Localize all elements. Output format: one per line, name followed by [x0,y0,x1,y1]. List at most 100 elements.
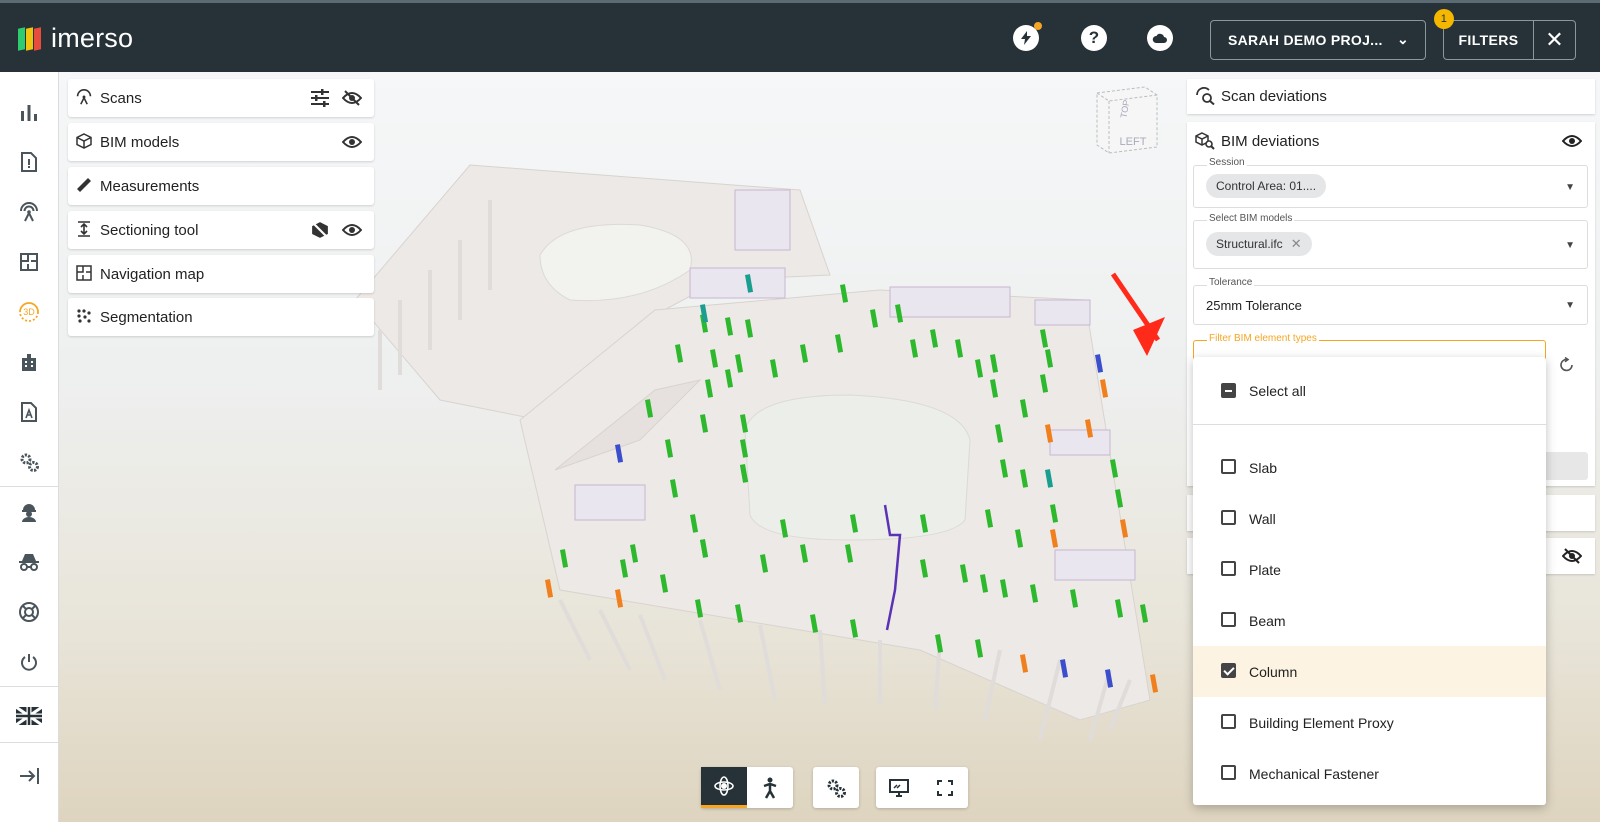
screen-icon[interactable] [876,767,922,808]
eye-icon[interactable] [341,220,363,240]
rail-divider [0,686,59,687]
floorplan-icon[interactable] [16,249,42,275]
3d-label: 3D [23,307,35,317]
app-logo[interactable]: imerso [18,23,133,54]
caret-down-icon: ▼ [1565,300,1575,311]
session-value: Control Area: 01.... [1216,179,1317,193]
option-beam[interactable]: Beam [1193,595,1546,646]
settings-icon[interactable] [813,767,859,808]
notification-dot [1034,22,1042,30]
option-wall[interactable]: Wall [1193,493,1546,544]
tool-label: BIM models [100,133,180,151]
option-building-element-proxy[interactable]: Building Element Proxy [1193,697,1546,748]
tool-label: Sectioning tool [100,221,199,239]
tool-segmentation[interactable]: Segmentation [68,298,374,336]
cube-icon [75,132,93,150]
cloud-icon[interactable] [1147,25,1173,51]
checkbox[interactable] [1221,765,1236,780]
caret-down-icon: ▼ [1565,240,1575,251]
walk-icon[interactable] [747,767,793,808]
map-icon [75,264,93,282]
power-icon[interactable] [16,649,42,675]
document-icon[interactable] [16,399,42,425]
sliders-icon[interactable] [309,88,331,108]
checkbox[interactable] [1221,663,1236,678]
annotation-arrow [1110,272,1165,356]
help-icon[interactable]: ? [1081,25,1107,51]
lightning-icon[interactable] [1013,22,1042,51]
orbit-icon[interactable] [701,767,747,808]
checkbox[interactable] [1221,612,1236,627]
fullscreen-icon[interactable] [922,767,968,808]
support-icon[interactable] [16,599,42,625]
building-icon[interactable] [16,349,42,375]
3d-view-icon[interactable]: 3D [16,299,42,325]
tool-label: Navigation map [100,265,205,283]
checkbox[interactable] [1221,561,1236,576]
filters-badge: 1 [1434,9,1454,29]
column-element [1150,674,1159,693]
tool-scans[interactable]: Scans [68,79,374,117]
element-types-dropdown: Select all Slab Wall Plate Beam Column Buildi… [1193,357,1546,805]
close-icon[interactable]: ✕ [1534,20,1576,60]
option-mechanical-fastener[interactable]: Mechanical Fastener [1193,748,1546,799]
chip-close-icon[interactable]: ✕ [1291,236,1302,252]
option-label: Wall [1249,510,1276,527]
report-icon[interactable] [16,149,42,175]
eye-icon[interactable] [1561,134,1583,152]
column-element [545,579,554,598]
section-icon [75,220,93,238]
select-bim-label: Select BIM models [1207,213,1295,224]
option-plate[interactable]: Plate [1193,544,1546,595]
cube-left-label: LEFT [1120,136,1147,148]
checkbox[interactable] [1221,510,1236,525]
worker-icon[interactable] [16,499,42,525]
tool-label: Measurements [100,177,200,195]
language-flag-icon[interactable] [16,703,42,729]
scan-deviations-panel[interactable]: Scan deviations [1187,79,1595,114]
chevron-down-icon: ⌄ [1396,31,1409,47]
reset-icon[interactable] [1558,356,1576,379]
tool-navigation-map[interactable]: Navigation map [68,255,374,293]
tool-bim-models[interactable]: BIM models [68,123,374,161]
option-select-all[interactable]: Select all [1193,357,1546,425]
tool-label: Scans [100,89,142,107]
select-all-checkbox[interactable] [1221,383,1236,398]
collapse-icon[interactable] [16,763,42,789]
eye-off-icon[interactable] [1561,548,1583,569]
option-column[interactable]: Column [1193,646,1546,697]
cube-search-icon [1195,132,1215,154]
session-chip[interactable]: Control Area: 01.... [1206,174,1327,198]
checkbox[interactable] [1221,459,1236,474]
incognito-icon[interactable] [16,549,42,575]
rail-divider [0,486,59,487]
eye-off-icon[interactable] [341,88,363,108]
eye-icon[interactable] [341,132,363,152]
view-cube[interactable]: TOP LEFT [1093,85,1159,165]
checkbox[interactable] [1221,714,1236,729]
option-label: Plate [1249,561,1281,578]
left-rail: 3D [0,72,59,822]
scan-icon[interactable] [16,199,42,225]
settings-icon[interactable] [16,449,42,475]
display-group [876,767,968,808]
filters-button[interactable]: 1 FILTERS [1434,9,1534,60]
bim-deviations-title: BIM deviations [1221,133,1320,150]
scan-search-icon [1195,87,1215,109]
caret-down-icon: ▼ [1565,182,1575,193]
chart-icon[interactable] [16,99,42,125]
bim-model-chip[interactable]: Structural.ifc ✕ [1206,232,1312,256]
tolerance-select[interactable]: 25mm Tolerance ▼ [1193,285,1588,325]
tool-measurements[interactable]: Measurements [68,167,374,205]
project-selector[interactable]: SARAH DEMO PROJ... ⌄ [1210,20,1426,60]
navigation-mode-group [701,767,793,808]
filters-label: FILTERS [1458,32,1519,48]
column-element [1140,604,1149,623]
filter-label: Filter BIM element types [1207,333,1319,344]
cube-off-icon[interactable] [309,220,331,240]
tool-sectioning[interactable]: Sectioning tool [68,211,374,249]
rail-divider [0,742,59,743]
dots-grid-icon [75,307,93,325]
option-slab[interactable]: Slab [1193,442,1546,493]
option-label: Building Element Proxy [1249,714,1394,731]
